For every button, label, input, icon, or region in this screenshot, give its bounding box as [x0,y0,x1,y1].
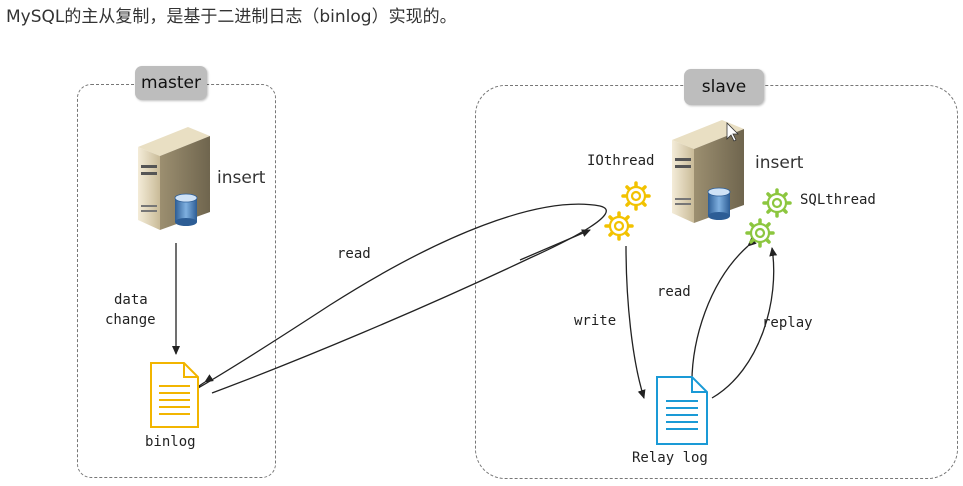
relay-log-label: Relay log [632,450,708,466]
replay-edge-label: replay [762,315,813,331]
data-change-label-line1: data [114,292,148,308]
write-edge-label: write [574,313,617,329]
sqlthread-label: SQLthread [800,192,876,208]
relay-log-document-icon [656,376,708,445]
relay-read-edge-label: read [657,284,691,300]
read-edge-label: read [337,246,371,262]
data-change-label-line2: change [105,312,156,328]
binlog-label: binlog [145,434,196,450]
iothread-label: IOthread [587,153,655,169]
